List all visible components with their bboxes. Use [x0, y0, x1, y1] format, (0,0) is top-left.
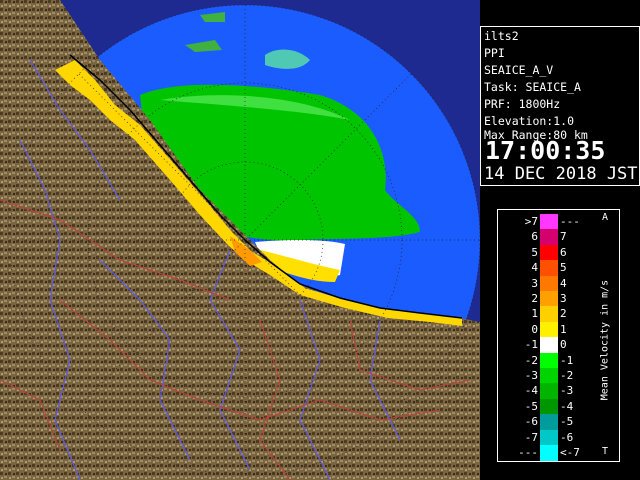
legend-row: -6 -5 [498, 414, 619, 431]
legend-row-upper: 0 [560, 338, 567, 352]
legend-row: >7 --- [498, 214, 619, 230]
legend-swatch [540, 214, 558, 230]
legend-row: 56 [498, 244, 619, 261]
legend-row-lower: 3 [531, 276, 538, 290]
legend-swatch [540, 368, 558, 384]
legend-swatch [540, 229, 558, 246]
info-panel: ilts2 PPI SEAICE_A_V Task: SEAICE_A PRF:… [480, 26, 640, 186]
legend-row-upper: 6 [560, 245, 567, 259]
legend-row: 67 [498, 229, 619, 246]
legend-swatch [540, 260, 558, 277]
legend-row-lower: -2 [524, 353, 538, 367]
legend-row-lower: -3 [524, 369, 538, 382]
legend-swatch [540, 429, 558, 446]
legend-row: 45 [498, 260, 619, 277]
legend-row-lower: 0 [531, 322, 538, 336]
legend-title: Mean Velocity in m/s [594, 280, 616, 400]
legend-swatch [540, 383, 558, 400]
legend-row-upper: 3 [560, 292, 567, 305]
legend-swatch [540, 306, 558, 323]
legend-row-lower: -7 [524, 430, 538, 444]
product-type: PPI [484, 46, 505, 60]
legend-row-upper: -2 [560, 369, 574, 382]
legend-swatch [540, 445, 558, 461]
legend-row-upper: -1 [560, 353, 574, 367]
radar-ppi-map [0, 0, 480, 480]
legend-row-lower: 2 [531, 292, 538, 305]
legend-row-upper: 2 [560, 307, 567, 321]
legend-swatch [540, 398, 558, 415]
legend-row: -7 -6 [498, 429, 619, 446]
legend-row-lower: -6 [524, 415, 538, 429]
legend-row: -5 -4 [498, 398, 619, 415]
legend-row-lower: -1 [524, 338, 538, 352]
legend-row-lower: -5 [524, 399, 538, 413]
observation-date: 14 DEC 2018 JST [484, 164, 638, 184]
legend-row-lower: 1 [531, 307, 538, 321]
legend-row-lower: 5 [531, 245, 538, 259]
legend-swatch [540, 414, 558, 431]
station-name: ilts2 [484, 29, 519, 43]
legend-row-lower: 4 [531, 261, 538, 275]
legend-row-upper: <-7 [560, 446, 580, 459]
legend-row-upper: -3 [560, 384, 574, 398]
legend-swatch [540, 291, 558, 307]
legend-top-marker: A [602, 212, 609, 223]
prf-value: PRF: 1800Hz [484, 97, 561, 111]
legend-row-lower: 6 [531, 230, 538, 244]
velocity-legend: >7 --- 6 7 5 6 4 5 3 4 2 3 1 2 0 1 -1 0 -2 -1 -3 -2 -4 -3 -5 -4 -6… [497, 209, 620, 462]
legend-title-text: Mean Velocity in m/s [599, 279, 611, 401]
legend-row-upper: --- [560, 215, 580, 228]
legend-row-upper: 1 [560, 322, 567, 336]
legend-swatch [540, 337, 558, 354]
legend-row-lower: >7 [524, 215, 538, 228]
legend-swatch [540, 352, 558, 369]
observation-time: 17:00:35 [485, 136, 606, 165]
legend-row-upper: -6 [560, 430, 574, 444]
legend-row: --- <-7 [498, 445, 619, 461]
legend-row-upper: -5 [560, 415, 574, 429]
legend-row-lower: --- [518, 446, 538, 459]
legend-bottom-marker: T [602, 446, 609, 457]
legend-row-upper: -4 [560, 399, 574, 413]
legend-swatch [540, 275, 558, 292]
scan-name: SEAICE_A_V [484, 63, 554, 77]
legend-row-upper: 7 [560, 230, 567, 244]
legend-swatch [540, 244, 558, 261]
legend-swatch [540, 321, 558, 338]
legend-row-lower: -4 [524, 384, 538, 398]
legend-row-upper: 5 [560, 261, 567, 275]
legend-row-upper: 4 [560, 276, 567, 290]
task-name: Task: SEAICE_A [484, 80, 581, 94]
